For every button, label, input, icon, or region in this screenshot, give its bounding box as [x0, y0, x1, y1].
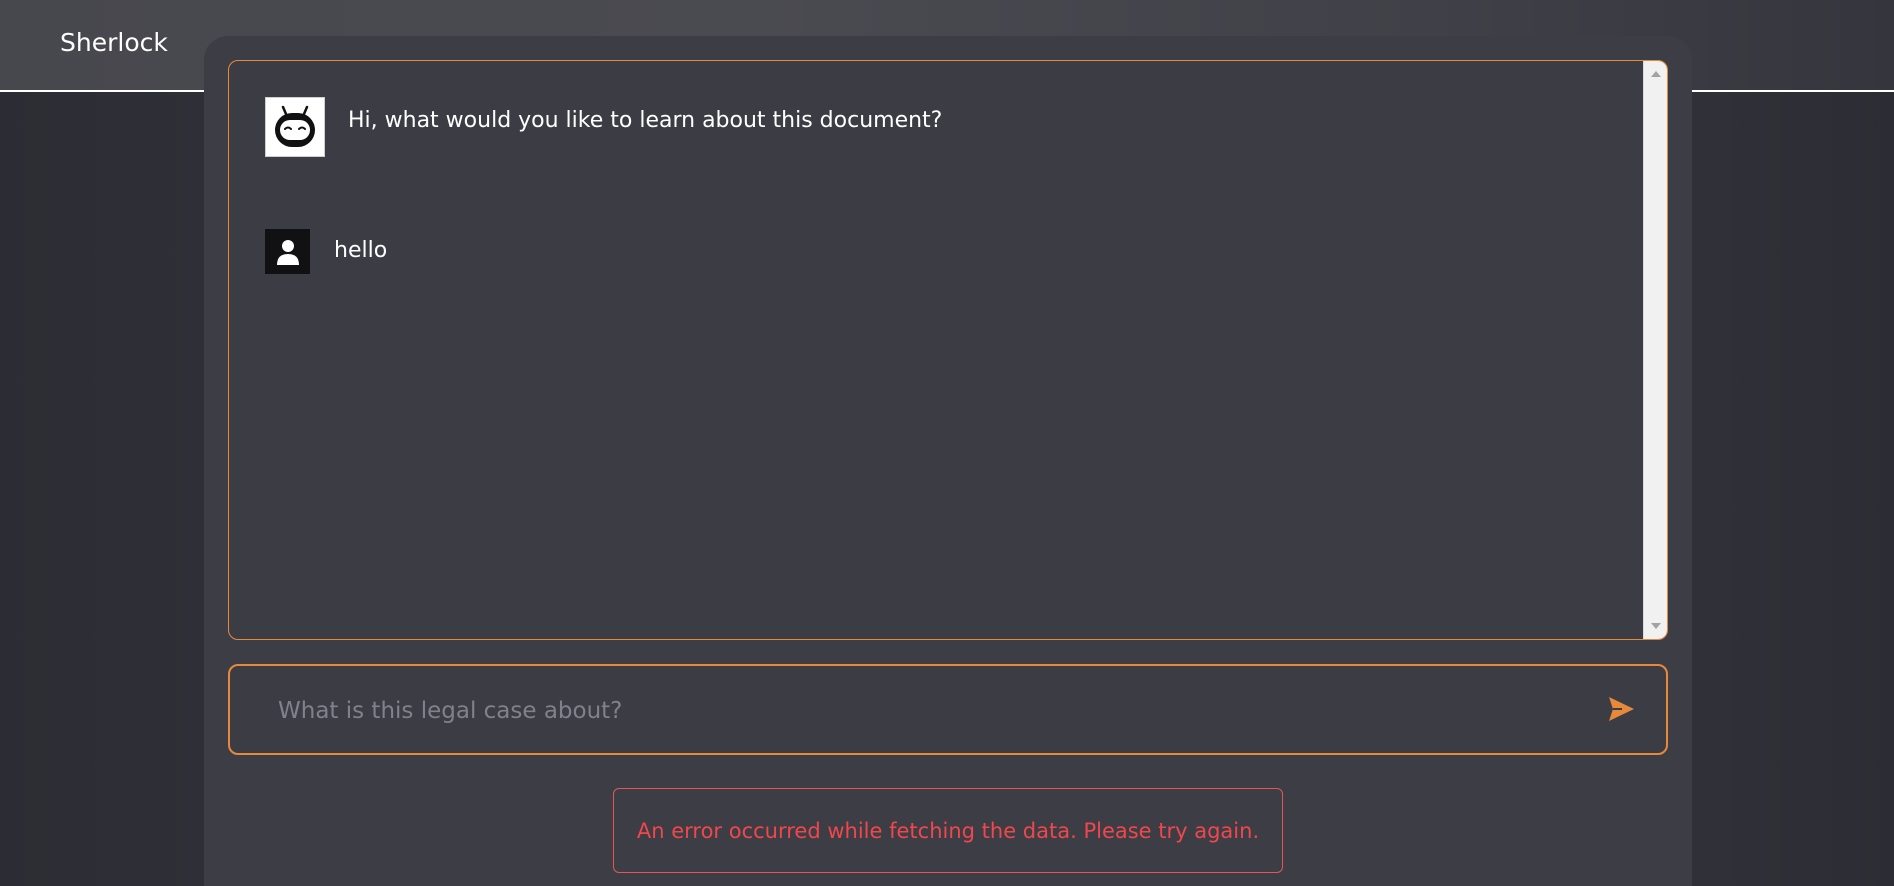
chat-card: Hi, what would you like to learn about t…	[204, 36, 1692, 886]
bot-message-text: Hi, what would you like to learn about t…	[348, 108, 943, 133]
send-button[interactable]	[1606, 694, 1636, 724]
user-message: hello	[265, 229, 387, 274]
error-message: An error occurred while fetching the dat…	[636, 818, 1260, 843]
bot-message: Hi, what would you like to learn about t…	[265, 97, 942, 157]
chat-scrollbar[interactable]	[1643, 61, 1667, 639]
scroll-up-icon[interactable]	[1651, 71, 1661, 77]
message-composer	[228, 664, 1668, 755]
brand-title[interactable]: Sherlock	[60, 28, 168, 57]
robot-icon	[275, 105, 315, 147]
user-icon	[276, 239, 299, 265]
bot-avatar	[265, 97, 325, 157]
user-message-text: hello	[334, 238, 388, 263]
message-input[interactable]	[276, 666, 1580, 755]
send-icon	[1609, 697, 1634, 721]
user-avatar	[265, 229, 310, 274]
chat-history[interactable]: Hi, what would you like to learn about t…	[228, 60, 1668, 640]
app-page: Sherlock Hi, what would you like to lear…	[0, 0, 1894, 886]
error-alert: An error occurred while fetching the dat…	[613, 788, 1283, 873]
scroll-down-icon[interactable]	[1651, 623, 1661, 629]
